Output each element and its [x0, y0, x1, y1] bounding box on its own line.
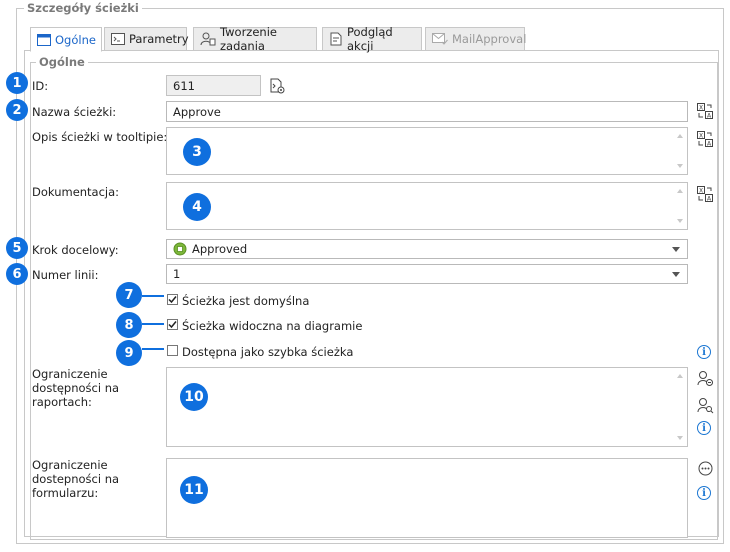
target-step-label: Krok docelowy:	[32, 243, 119, 257]
documentation-label: Dokumentacja:	[32, 185, 120, 199]
badge-6: 6	[6, 263, 28, 285]
badge-10: 10	[180, 383, 208, 411]
general-legend: Ogólne	[36, 55, 88, 69]
tab-parameters-label: Parametry	[129, 32, 189, 46]
tab-mail-approval-label: MailApproval	[452, 32, 527, 46]
window-icon	[37, 33, 51, 46]
tab-task-creation[interactable]: Tworzenie zadania	[193, 25, 317, 53]
translate-icon: XA	[697, 131, 713, 147]
report-restriction-label: Ograniczenie dostępności na raportach:	[32, 367, 120, 409]
document-gear-icon	[270, 78, 284, 93]
form-restriction-more-button[interactable]	[696, 459, 714, 477]
quick-path-info-icon[interactable]: i	[697, 345, 711, 359]
id-label: ID:	[32, 79, 49, 93]
tooltip-textarea[interactable]	[166, 127, 688, 175]
mail-check-icon	[432, 33, 448, 45]
report-restriction-textarea[interactable]	[166, 367, 688, 447]
tab-mail-approval: MailApproval	[425, 27, 527, 51]
document-preview-icon	[330, 32, 342, 46]
chevron-down-icon	[672, 272, 680, 277]
svg-text:X: X	[699, 105, 703, 112]
default-path-checkbox[interactable]	[167, 294, 178, 305]
tab-parameters[interactable]: Parametry	[104, 27, 189, 51]
default-path-label[interactable]: Ścieżka jest domyślna	[182, 294, 309, 308]
badge-8: 8	[116, 312, 142, 338]
name-translations-button[interactable]: XA	[696, 102, 714, 120]
badge-9: 9	[116, 340, 142, 366]
checkmark-icon	[168, 321, 177, 329]
svg-text:X: X	[699, 133, 703, 140]
arrow-connector	[142, 323, 164, 325]
chevron-down-icon	[672, 247, 680, 252]
badge-1: 1	[6, 72, 28, 94]
tooltip-translations-button[interactable]: XA	[696, 130, 714, 148]
form-restriction-info-icon[interactable]: i	[697, 486, 711, 500]
svg-text:X: X	[699, 188, 703, 195]
tab-action-preview-label: Podgląd akcji	[347, 25, 393, 53]
visible-on-diagram-checkbox[interactable]	[167, 319, 178, 330]
scrollbar[interactable]	[673, 128, 687, 174]
tab-task-creation-label: Tworzenie zadania	[220, 25, 277, 53]
scrollbar[interactable]	[673, 368, 687, 446]
arrow-connector	[142, 295, 164, 297]
path-details-legend: Szczegóły ścieżki	[24, 1, 142, 15]
copy-id-button[interactable]	[268, 77, 286, 95]
id-field: 611	[166, 75, 261, 96]
name-input[interactable]: Approve	[166, 101, 688, 122]
checkmark-icon	[168, 296, 177, 304]
line-number-select[interactable]: 1	[166, 264, 688, 284]
quick-path-label[interactable]: Dostępna jako szybka ścieżka	[182, 345, 353, 359]
documentation-translations-button[interactable]: XA	[696, 185, 714, 203]
approved-step-icon	[173, 242, 187, 256]
tab-general[interactable]: Ogólne	[30, 27, 102, 52]
id-value: 611	[173, 78, 195, 93]
user-task-icon	[200, 32, 216, 46]
badge-3: 3	[183, 138, 211, 166]
translate-icon: XA	[697, 186, 713, 202]
more-options-icon	[698, 461, 712, 475]
badge-11: 11	[180, 476, 208, 504]
report-user-settings-button[interactable]	[696, 369, 714, 387]
name-value: Approve	[173, 104, 221, 119]
translate-icon: XA	[697, 103, 713, 119]
badge-5: 5	[6, 237, 28, 259]
badge-2: 2	[6, 99, 28, 121]
badge-4: 4	[183, 193, 211, 221]
line-number-value: 1	[173, 267, 181, 281]
line-number-label: Numer linii:	[32, 268, 99, 282]
name-label: Nazwa ścieżki:	[32, 105, 117, 119]
user-settings-icon	[697, 370, 713, 386]
quick-path-checkbox[interactable]	[167, 345, 178, 356]
console-icon	[111, 33, 125, 45]
documentation-textarea[interactable]	[166, 182, 688, 230]
tab-general-label: Ogólne	[55, 32, 96, 47]
report-restriction-info-icon[interactable]: i	[697, 421, 711, 435]
badge-7: 7	[116, 282, 142, 308]
report-user-search-button[interactable]	[696, 396, 714, 414]
arrow-connector	[142, 348, 164, 350]
tab-action-preview[interactable]: Podgląd akcji	[322, 25, 422, 53]
visible-on-diagram-label[interactable]: Ścieżka widoczna na diagramie	[182, 319, 362, 333]
target-step-select[interactable]: Approved	[166, 239, 688, 259]
tooltip-label: Opis ścieżki w tooltipie:	[32, 130, 168, 144]
form-restriction-label: Ograniczenie dostepności na formularzu:	[32, 458, 120, 500]
form-restriction-textarea[interactable]	[166, 458, 688, 538]
scrollbar[interactable]	[673, 183, 687, 229]
target-step-value: Approved	[192, 242, 248, 256]
user-search-icon	[697, 397, 713, 413]
